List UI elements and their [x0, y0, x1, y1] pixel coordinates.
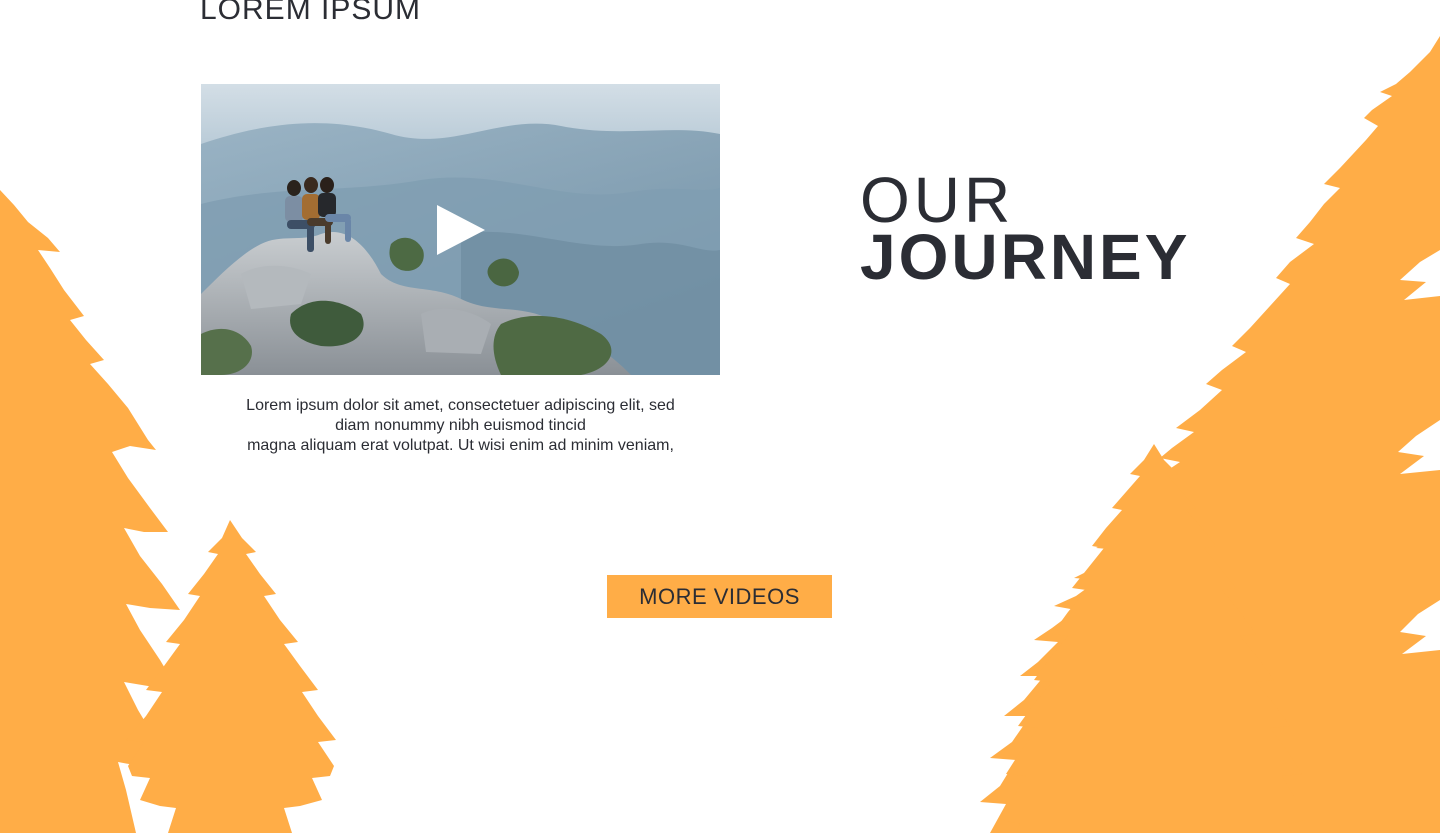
section-title-journey: JOURNEY	[860, 221, 1191, 293]
play-button[interactable]	[437, 205, 487, 255]
play-icon	[437, 205, 485, 255]
video-caption: Lorem ipsum dolor sit amet, consectetuer…	[201, 396, 720, 456]
pine-tree-left-small	[126, 520, 336, 833]
section-title: OUR JOURNEY	[860, 168, 1191, 293]
video-thumbnail[interactable]	[201, 84, 720, 375]
caption-line: magna aliquam erat volutpat. Ut wisi eni…	[247, 437, 674, 454]
top-heading: LOREM IPSUM	[200, 0, 422, 26]
caption-line: diam nonummy nibh euismod tincid	[335, 417, 586, 434]
more-videos-button[interactable]: MORE VIDEOS	[607, 575, 832, 618]
caption-line: Lorem ipsum dolor sit amet, consectetuer…	[246, 397, 675, 414]
page: LOREM IPSUM Lorem ipsum dolor sit amet, …	[0, 0, 1440, 833]
